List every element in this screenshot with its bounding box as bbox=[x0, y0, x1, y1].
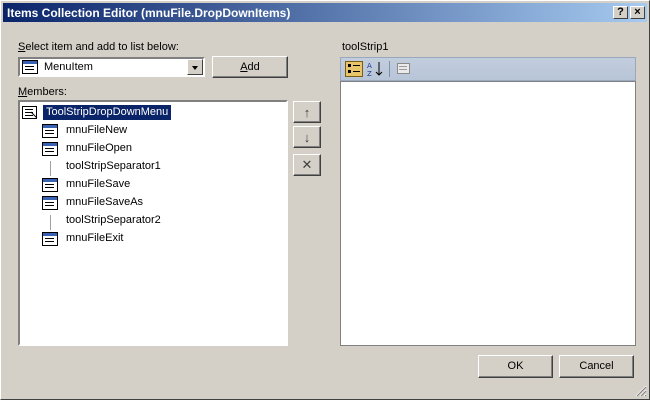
alphabetical-icon[interactable]: AZ bbox=[366, 61, 384, 78]
add-button[interactable]: Add bbox=[212, 56, 288, 78]
item-type-combobox[interactable]: MenuItem bbox=[18, 57, 205, 77]
svg-text:Z: Z bbox=[367, 70, 372, 77]
chevron-down-icon[interactable] bbox=[187, 59, 203, 75]
list-item[interactable]: mnuFileNew bbox=[42, 122, 282, 139]
move-down-button[interactable]: ↓ bbox=[293, 126, 321, 148]
close-button[interactable]: × bbox=[630, 6, 645, 19]
arrow-up-icon: ↑ bbox=[303, 104, 311, 120]
title-bar[interactable]: Items Collection Editor (mnuFile.DropDow… bbox=[3, 3, 647, 22]
dropdown-menu-icon bbox=[22, 106, 38, 120]
delete-icon: ✕ bbox=[301, 157, 313, 172]
menu-item-icon bbox=[42, 196, 58, 210]
menu-item-icon bbox=[42, 142, 58, 156]
combo-value: MenuItem bbox=[44, 61, 93, 73]
ok-button[interactable]: OK bbox=[478, 355, 553, 378]
menu-item-icon bbox=[42, 232, 58, 246]
menu-item-icon bbox=[42, 178, 58, 192]
categorized-icon[interactable] bbox=[345, 61, 363, 77]
members-listbox[interactable]: ToolStripDropDownMenu mnuFileNew mnuFile… bbox=[18, 100, 288, 346]
separator-icon bbox=[42, 160, 58, 176]
members-label: Members: bbox=[18, 86, 67, 98]
menu-item-icon bbox=[42, 124, 58, 138]
svg-text:A: A bbox=[367, 62, 372, 70]
select-item-label: Select item and add to list below: bbox=[18, 41, 179, 53]
list-item[interactable]: toolStripSeparator2 bbox=[42, 212, 282, 230]
list-item[interactable]: toolStripSeparator1 bbox=[42, 158, 282, 176]
properties-title: toolStrip1 bbox=[342, 41, 389, 53]
property-pages-icon[interactable] bbox=[396, 61, 414, 77]
separator-icon bbox=[42, 214, 58, 230]
delete-button[interactable]: ✕ bbox=[293, 154, 321, 176]
arrow-down-icon: ↓ bbox=[303, 129, 311, 145]
list-item[interactable]: mnuFileExit bbox=[42, 230, 282, 247]
items-collection-editor-dialog: Items Collection Editor (mnuFile.DropDow… bbox=[0, 0, 650, 400]
help-button[interactable]: ? bbox=[613, 6, 628, 19]
move-up-button[interactable]: ↑ bbox=[293, 101, 321, 123]
property-grid-toolbar: AZ bbox=[340, 57, 636, 81]
menu-item-icon bbox=[22, 60, 38, 77]
toolbar-separator bbox=[389, 61, 390, 77]
list-item[interactable]: mnuFileSave bbox=[42, 176, 282, 193]
property-grid[interactable] bbox=[340, 81, 636, 346]
list-item[interactable]: mnuFileSaveAs bbox=[42, 194, 282, 211]
list-item[interactable]: mnuFileOpen bbox=[42, 140, 282, 157]
list-item[interactable]: ToolStripDropDownMenu bbox=[22, 104, 284, 121]
window-title: Items Collection Editor (mnuFile.DropDow… bbox=[7, 6, 291, 20]
cancel-button[interactable]: Cancel bbox=[559, 355, 634, 378]
resize-grip-icon[interactable] bbox=[635, 385, 647, 397]
